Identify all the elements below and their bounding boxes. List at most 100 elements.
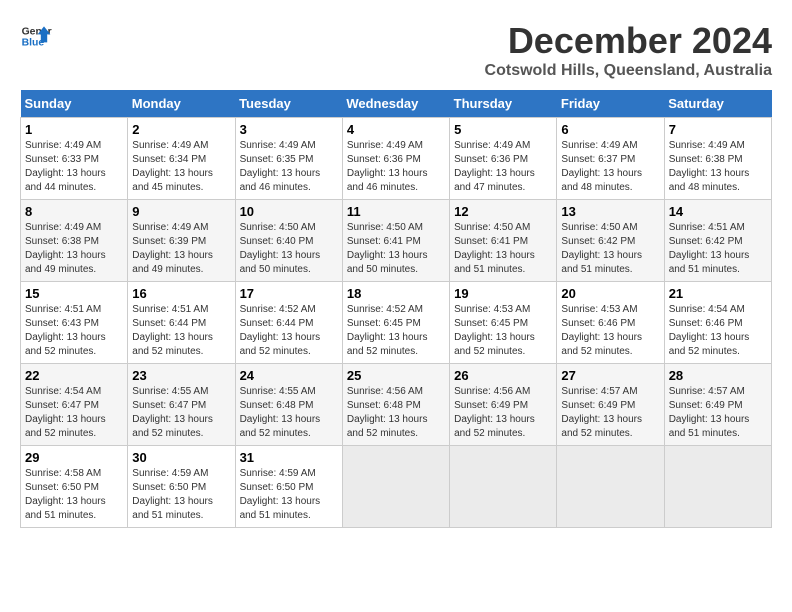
day-number: 19 [454,286,552,301]
calendar-body: 1Sunrise: 4:49 AM Sunset: 6:33 PM Daylig… [21,118,772,528]
weekday-header-saturday: Saturday [664,90,771,118]
day-number: 27 [561,368,659,383]
month-title: December 2024 [485,20,772,62]
day-number: 12 [454,204,552,219]
day-number: 23 [132,368,230,383]
day-cell [342,446,449,528]
day-number: 8 [25,204,123,219]
day-info: Sunrise: 4:56 AM Sunset: 6:49 PM Dayligh… [454,385,552,441]
day-info: Sunrise: 4:58 AM Sunset: 6:50 PM Dayligh… [25,467,123,523]
day-cell: 16 Sunrise: 4:51 AM Sunset: 6:44 PM Dayli… [128,282,235,364]
day-number: 17 [240,286,338,301]
day-cell: 14 Sunrise: 4:51 AM Sunset: 6:42 PM Dayli… [664,200,771,282]
day-cell: 2 Sunrise: 4:49 AM Sunset: 6:34 PM Daylig… [128,118,235,200]
day-number: 4 [347,122,445,137]
day-number: 22 [25,368,123,383]
day-info: Sunrise: 4:49 AM Sunset: 6:35 PM Dayligh… [240,139,338,195]
day-number: 2 [132,122,230,137]
day-info: Sunrise: 4:59 AM Sunset: 6:50 PM Dayligh… [132,467,230,523]
day-number: 24 [240,368,338,383]
day-cell: 19 Sunrise: 4:53 AM Sunset: 6:45 PM Dayli… [450,282,557,364]
day-info: Sunrise: 4:49 AM Sunset: 6:38 PM Dayligh… [669,139,767,195]
day-cell: 26 Sunrise: 4:56 AM Sunset: 6:49 PM Dayli… [450,364,557,446]
weekday-header-tuesday: Tuesday [235,90,342,118]
day-cell: 27 Sunrise: 4:57 AM Sunset: 6:49 PM Dayli… [557,364,664,446]
weekday-header-friday: Friday [557,90,664,118]
day-cell: 21Sunrise: 4:54 AM Sunset: 6:46 PM Dayli… [664,282,771,364]
day-number: 5 [454,122,552,137]
day-info: Sunrise: 4:49 AM Sunset: 6:33 PM Dayligh… [25,139,123,195]
day-cell: 22 Sunrise: 4:54 AM Sunset: 6:47 PM Dayli… [21,364,128,446]
day-cell: 7 Sunrise: 4:49 AM Sunset: 6:38 PM Daylig… [664,118,771,200]
title-area: December 2024 Cotswold Hills, Queensland… [485,20,772,80]
day-number: 3 [240,122,338,137]
day-info: Sunrise: 4:49 AM Sunset: 6:36 PM Dayligh… [454,139,552,195]
weekday-header-wednesday: Wednesday [342,90,449,118]
day-info: Sunrise: 4:57 AM Sunset: 6:49 PM Dayligh… [561,385,659,441]
day-number: 9 [132,204,230,219]
day-cell: 23 Sunrise: 4:55 AM Sunset: 6:47 PM Dayli… [128,364,235,446]
location-title: Cotswold Hills, Queensland, Australia [485,62,772,80]
day-cell: 24 Sunrise: 4:55 AM Sunset: 6:48 PM Dayli… [235,364,342,446]
week-row-3: 15 Sunrise: 4:51 AM Sunset: 6:43 PM Dayli… [21,282,772,364]
day-cell: 9 Sunrise: 4:49 AM Sunset: 6:39 PM Daylig… [128,200,235,282]
day-info: Sunrise: 4:50 AM Sunset: 6:40 PM Dayligh… [240,221,338,277]
day-info: Sunrise: 4:55 AM Sunset: 6:48 PM Dayligh… [240,385,338,441]
day-info: Sunrise: 4:49 AM Sunset: 6:34 PM Dayligh… [132,139,230,195]
day-cell: 18Sunrise: 4:52 AM Sunset: 6:45 PM Dayli… [342,282,449,364]
day-cell: 28Sunrise: 4:57 AM Sunset: 6:49 PM Dayli… [664,364,771,446]
day-info: Sunrise: 4:51 AM Sunset: 6:42 PM Dayligh… [669,221,767,277]
calendar-table: SundayMondayTuesdayWednesdayThursdayFrid… [20,90,772,528]
day-cell [450,446,557,528]
day-cell: 30 Sunrise: 4:59 AM Sunset: 6:50 PM Dayli… [128,446,235,528]
day-number: 26 [454,368,552,383]
day-cell: 31Sunrise: 4:59 AM Sunset: 6:50 PM Dayli… [235,446,342,528]
day-number: 16 [132,286,230,301]
day-number: 30 [132,450,230,465]
day-cell: 13 Sunrise: 4:50 AM Sunset: 6:42 PM Dayli… [557,200,664,282]
week-row-1: 1Sunrise: 4:49 AM Sunset: 6:33 PM Daylig… [21,118,772,200]
day-info: Sunrise: 4:51 AM Sunset: 6:43 PM Dayligh… [25,303,123,359]
day-info: Sunrise: 4:50 AM Sunset: 6:42 PM Dayligh… [561,221,659,277]
day-number: 29 [25,450,123,465]
day-cell [664,446,771,528]
week-row-5: 29 Sunrise: 4:58 AM Sunset: 6:50 PM Dayli… [21,446,772,528]
day-info: Sunrise: 4:51 AM Sunset: 6:44 PM Dayligh… [132,303,230,359]
day-number: 10 [240,204,338,219]
day-info: Sunrise: 4:49 AM Sunset: 6:39 PM Dayligh… [132,221,230,277]
day-number: 14 [669,204,767,219]
weekday-header-row: SundayMondayTuesdayWednesdayThursdayFrid… [21,90,772,118]
weekday-header-thursday: Thursday [450,90,557,118]
day-cell: 29 Sunrise: 4:58 AM Sunset: 6:50 PM Dayli… [21,446,128,528]
day-info: Sunrise: 4:54 AM Sunset: 6:47 PM Dayligh… [25,385,123,441]
day-info: Sunrise: 4:59 AM Sunset: 6:50 PM Dayligh… [240,467,338,523]
day-number: 6 [561,122,659,137]
day-cell: 12 Sunrise: 4:50 AM Sunset: 6:41 PM Dayli… [450,200,557,282]
day-cell: 17 Sunrise: 4:52 AM Sunset: 6:44 PM Dayli… [235,282,342,364]
day-cell: 15 Sunrise: 4:51 AM Sunset: 6:43 PM Dayli… [21,282,128,364]
day-info: Sunrise: 4:55 AM Sunset: 6:47 PM Dayligh… [132,385,230,441]
day-cell: 8 Sunrise: 4:49 AM Sunset: 6:38 PM Daylig… [21,200,128,282]
day-cell: 3 Sunrise: 4:49 AM Sunset: 6:35 PM Daylig… [235,118,342,200]
day-info: Sunrise: 4:49 AM Sunset: 6:38 PM Dayligh… [25,221,123,277]
day-number: 13 [561,204,659,219]
day-number: 15 [25,286,123,301]
day-info: Sunrise: 4:52 AM Sunset: 6:44 PM Dayligh… [240,303,338,359]
day-cell: 1Sunrise: 4:49 AM Sunset: 6:33 PM Daylig… [21,118,128,200]
day-info: Sunrise: 4:49 AM Sunset: 6:37 PM Dayligh… [561,139,659,195]
weekday-header-monday: Monday [128,90,235,118]
day-info: Sunrise: 4:54 AM Sunset: 6:46 PM Dayligh… [669,303,767,359]
week-row-4: 22 Sunrise: 4:54 AM Sunset: 6:47 PM Dayli… [21,364,772,446]
day-cell: 4 Sunrise: 4:49 AM Sunset: 6:36 PM Daylig… [342,118,449,200]
logo-icon: General Blue [20,20,52,52]
day-info: Sunrise: 4:49 AM Sunset: 6:36 PM Dayligh… [347,139,445,195]
day-info: Sunrise: 4:53 AM Sunset: 6:45 PM Dayligh… [454,303,552,359]
day-info: Sunrise: 4:52 AM Sunset: 6:45 PM Dayligh… [347,303,445,359]
weekday-header-sunday: Sunday [21,90,128,118]
day-cell: 25Sunrise: 4:56 AM Sunset: 6:48 PM Dayli… [342,364,449,446]
day-number: 7 [669,122,767,137]
day-info: Sunrise: 4:57 AM Sunset: 6:49 PM Dayligh… [669,385,767,441]
week-row-2: 8 Sunrise: 4:49 AM Sunset: 6:38 PM Daylig… [21,200,772,282]
day-cell: 6 Sunrise: 4:49 AM Sunset: 6:37 PM Daylig… [557,118,664,200]
day-info: Sunrise: 4:50 AM Sunset: 6:41 PM Dayligh… [454,221,552,277]
